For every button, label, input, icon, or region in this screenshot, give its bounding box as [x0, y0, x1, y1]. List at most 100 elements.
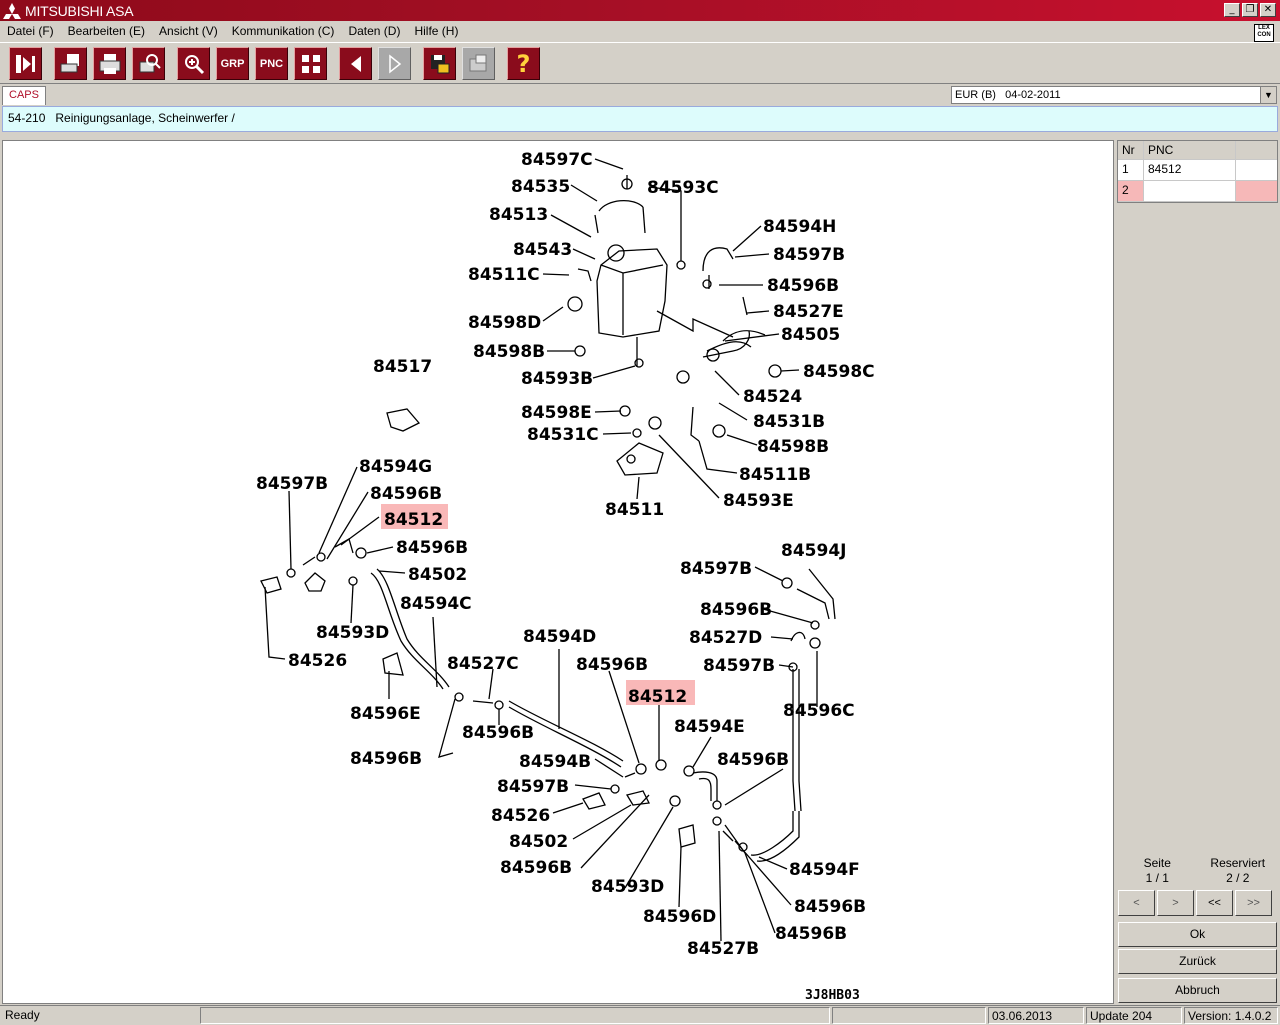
part-label-84593d[interactable]: 84593D [316, 623, 389, 643]
part-label-84596b[interactable]: 84596B [775, 924, 847, 944]
part-label-84598e[interactable]: 84598E [521, 403, 592, 423]
part-label-84596b[interactable]: 84596B [370, 484, 442, 504]
grid-view-icon[interactable] [294, 47, 327, 80]
print-search-icon[interactable] [132, 47, 165, 80]
part-label-84531b[interactable]: 84531B [753, 412, 825, 432]
region-date-select[interactable]: EUR (B) 04-02-2011 ▼ [951, 86, 1277, 104]
exit-icon[interactable] [9, 47, 42, 80]
part-label-84597b[interactable]: 84597B [497, 777, 569, 797]
menu-datei[interactable]: Datei (F) [0, 24, 61, 38]
part-label-84593d[interactable]: 84593D [591, 877, 664, 897]
help-button[interactable]: ? [507, 47, 540, 80]
save-disk-icon[interactable] [423, 47, 456, 80]
part-label-84527e[interactable]: 84527E [773, 302, 844, 322]
part-label-84596b[interactable]: 84596B [717, 750, 789, 770]
part-label-84598b[interactable]: 84598B [757, 437, 829, 457]
part-label-84597b[interactable]: 84597B [680, 559, 752, 579]
part-label-84596b[interactable]: 84596B [500, 858, 572, 878]
parts-drawing[interactable]: 84597C 84535 84593C 84513 84594H 84543 84597B 8… [2, 140, 1114, 1004]
part-label-84596c[interactable]: 84596C [783, 701, 855, 721]
status-empty [200, 1007, 830, 1024]
next-page-button[interactable]: > [1157, 890, 1194, 916]
part-label-84597b[interactable]: 84597B [773, 245, 845, 265]
menu-bearbeiten[interactable]: Bearbeiten (E) [61, 24, 152, 38]
part-label-84596b[interactable]: 84596B [576, 655, 648, 675]
part-label-84597c[interactable]: 84597C [521, 150, 593, 170]
part-label-84526[interactable]: 84526 [288, 651, 347, 671]
group-title: Reinigungsanlage, Scheinwerfer / [55, 111, 235, 125]
header-pnc[interactable]: PNC [1144, 141, 1236, 159]
part-label-84598b[interactable]: 84598B [473, 342, 545, 362]
part-label-84593b[interactable]: 84593B [521, 369, 593, 389]
part-label-84596b[interactable]: 84596B [700, 600, 772, 620]
part-label-84594b[interactable]: 84594B [519, 752, 591, 772]
table-row[interactable]: 2 [1118, 181, 1277, 202]
row-pnc[interactable] [1144, 181, 1236, 201]
part-label-84524[interactable]: 84524 [743, 387, 802, 407]
part-label-84598c[interactable]: 84598C [803, 362, 875, 382]
part-label-84502[interactable]: 84502 [509, 832, 568, 852]
minimize-button[interactable]: _ [1224, 3, 1240, 17]
maximize-button[interactable]: ❐ [1242, 3, 1258, 17]
open-folder-icon[interactable] [462, 47, 495, 80]
part-label-84596b[interactable]: 84596B [462, 723, 534, 743]
menu-hilfe[interactable]: Hilfe (H) [407, 24, 465, 38]
part-label-84598d[interactable]: 84598D [468, 313, 541, 333]
part-label-84517[interactable]: 84517 [373, 357, 432, 377]
part-label-84511[interactable]: 84511 [605, 500, 664, 520]
menu-daten[interactable]: Daten (D) [341, 24, 407, 38]
ok-button[interactable]: Ok [1118, 922, 1277, 947]
prev-page-button[interactable]: < [1118, 890, 1155, 916]
part-label-84593c[interactable]: 84593C [647, 178, 719, 198]
part-label-84597b[interactable]: 84597B [256, 474, 328, 494]
last-page-button[interactable]: >> [1235, 890, 1272, 916]
part-label-84527b[interactable]: 84527B [687, 939, 759, 959]
part-label-84596b[interactable]: 84596B [350, 749, 422, 769]
part-label-84543[interactable]: 84543 [513, 240, 572, 260]
part-label-84511b[interactable]: 84511B [739, 465, 811, 485]
part-label-84594c[interactable]: 84594C [400, 594, 472, 614]
grp-button[interactable]: GRP [216, 47, 249, 80]
menu-ansicht[interactable]: Ansicht (V) [152, 24, 225, 38]
pnc-button[interactable]: PNC [255, 47, 288, 80]
part-label-84593e[interactable]: 84593E [723, 491, 794, 511]
part-label-84596d[interactable]: 84596D [643, 907, 716, 927]
part-label-84527c[interactable]: 84527C [447, 654, 519, 674]
part-label-84594j[interactable]: 84594J [781, 541, 846, 561]
part-label-84594d[interactable]: 84594D [523, 627, 596, 647]
menu-kommunikation[interactable]: Kommunikation (C) [225, 24, 342, 38]
forward-arrow-icon[interactable] [378, 47, 411, 80]
print-preview-icon[interactable] [54, 47, 87, 80]
part-label-84526[interactable]: 84526 [491, 806, 550, 826]
part-label-84596b[interactable]: 84596B [794, 897, 866, 917]
part-label-84594g[interactable]: 84594G [359, 457, 432, 477]
part-label-84596b[interactable]: 84596B [396, 538, 468, 558]
part-label-84594h[interactable]: 84594H [763, 217, 836, 237]
part-label-84596b[interactable]: 84596B [767, 276, 839, 296]
part-label-84594e[interactable]: 84594E [674, 717, 745, 737]
tab-caps[interactable]: CAPS [2, 86, 46, 105]
part-label-84535[interactable]: 84535 [511, 177, 570, 197]
row-pnc[interactable]: 84512 [1144, 160, 1236, 180]
part-label-84512[interactable]: 84512 [628, 687, 687, 707]
header-nr[interactable]: Nr [1118, 141, 1144, 159]
part-label-84594f[interactable]: 84594F [789, 860, 860, 880]
part-label-84531c[interactable]: 84531C [527, 425, 599, 445]
part-label-84597b[interactable]: 84597B [703, 656, 775, 676]
cancel-button[interactable]: Abbruch [1118, 978, 1277, 1003]
zoom-icon[interactable] [177, 47, 210, 80]
part-label-84512[interactable]: 84512 [384, 510, 443, 530]
part-label-84511c[interactable]: 84511C [468, 265, 540, 285]
back-button[interactable]: Zurück [1118, 949, 1277, 974]
part-label-84596e[interactable]: 84596E [350, 704, 421, 724]
back-arrow-icon[interactable] [339, 47, 372, 80]
close-button[interactable]: ✕ [1260, 3, 1276, 17]
part-label-84502[interactable]: 84502 [408, 565, 467, 585]
part-label-84527d[interactable]: 84527D [689, 628, 762, 648]
chevron-down-icon[interactable]: ▼ [1260, 87, 1276, 103]
part-label-84505[interactable]: 84505 [781, 325, 840, 345]
first-page-button[interactable]: << [1196, 890, 1233, 916]
print-icon[interactable] [93, 47, 126, 80]
table-row[interactable]: 1 84512 [1118, 160, 1277, 181]
part-label-84513[interactable]: 84513 [489, 205, 548, 225]
